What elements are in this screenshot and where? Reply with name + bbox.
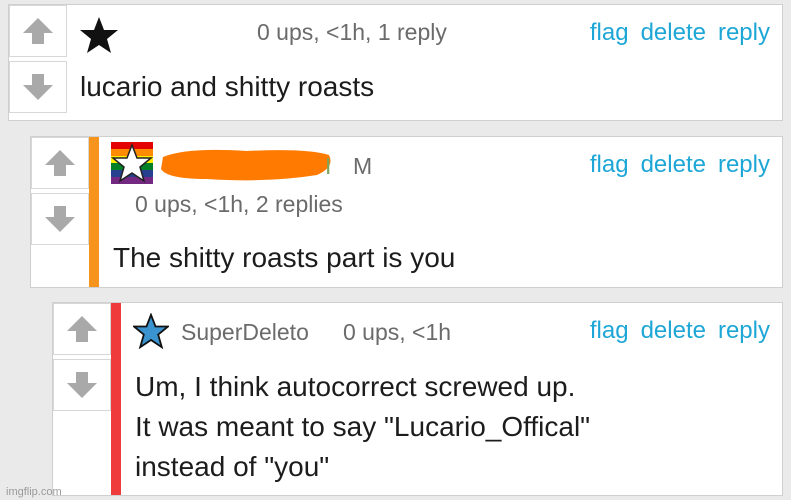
- reply-link[interactable]: reply: [718, 317, 770, 344]
- arrow-down-icon: [67, 372, 97, 398]
- watermark: imgflip.com: [6, 486, 62, 498]
- arrow-up-icon: [67, 316, 97, 342]
- flag-link[interactable]: flag: [590, 317, 629, 344]
- comment-actions: flag delete reply: [578, 19, 770, 47]
- comment-text: lucario and shitty roasts: [80, 71, 375, 102]
- comment-text-line-3: instead of "you": [135, 451, 330, 482]
- comment-meta: 0 ups, <1h, 2 replies: [135, 191, 343, 217]
- username-gender: M: [353, 153, 373, 179]
- comment-meta: 0 ups, <1h: [343, 319, 452, 345]
- upvote-button[interactable]: [31, 137, 89, 189]
- comment-2: I M flag delete reply 0 ups, <1h, 2 replie…: [30, 136, 783, 288]
- upvote-button[interactable]: [53, 303, 111, 355]
- delete-link[interactable]: delete: [641, 19, 706, 46]
- arrow-up-icon: [45, 150, 75, 176]
- delete-link[interactable]: delete: [641, 151, 706, 178]
- comment-actions: flag delete reply: [578, 151, 770, 179]
- flag-link[interactable]: flag: [590, 19, 629, 46]
- comment-3: SuperDeleto 0 ups, <1h flag delete reply U…: [52, 302, 783, 496]
- comment-text-line-1: Um, I think autocorrect screwed up.: [135, 371, 576, 402]
- reply-link[interactable]: reply: [718, 19, 770, 46]
- user-star-icon: [131, 312, 171, 354]
- arrow-down-icon: [45, 206, 75, 232]
- thread-stripe: [111, 303, 121, 495]
- arrow-up-icon: [23, 18, 53, 44]
- arrow-down-icon: [23, 74, 53, 100]
- downvote-button[interactable]: [9, 61, 67, 113]
- username-fragment: I: [325, 153, 332, 179]
- upvote-button[interactable]: [9, 5, 67, 57]
- user-star-icon: [79, 15, 119, 60]
- downvote-button[interactable]: [31, 193, 89, 245]
- reply-link[interactable]: reply: [718, 151, 770, 178]
- flag-link[interactable]: flag: [590, 151, 629, 178]
- comment-meta: 0 ups, <1h, 1 reply: [257, 19, 447, 45]
- rainbow-star-icon: [110, 142, 154, 189]
- comment-text-line-2: It was meant to say "Lucario_Offical": [135, 411, 591, 442]
- downvote-button[interactable]: [53, 359, 111, 411]
- thread-stripe: [89, 137, 99, 287]
- comment-text: The shitty roasts part is you: [113, 242, 456, 273]
- username[interactable]: SuperDeleto: [181, 319, 309, 346]
- delete-link[interactable]: delete: [641, 317, 706, 344]
- comment-actions: flag delete reply: [578, 317, 770, 345]
- comment-1: 0 ups, <1h, 1 reply flag delete reply luca…: [8, 4, 783, 121]
- username-redaction: [157, 145, 335, 183]
